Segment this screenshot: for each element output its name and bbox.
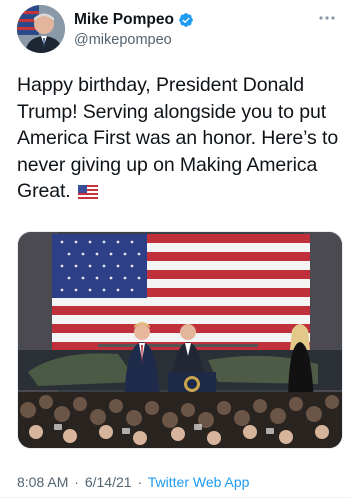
tweet-text: Happy birthday, President Donald Trump! … xyxy=(17,72,342,207)
avatar[interactable] xyxy=(17,5,65,53)
tweet-source-link[interactable]: Twitter Web App xyxy=(148,474,250,490)
tweet: Mike Pompeo @mikepompeo Happy birthday, … xyxy=(0,0,351,500)
us-flag-emoji-icon xyxy=(77,180,98,207)
tweet-time[interactable]: 8:08 AM xyxy=(17,474,68,490)
profile-photo-icon xyxy=(17,5,65,53)
verified-badge-icon xyxy=(178,12,194,28)
tweet-date[interactable]: 6/14/21 xyxy=(85,474,132,490)
event-photo-icon xyxy=(18,232,342,448)
divider xyxy=(0,497,351,498)
display-name-row: Mike Pompeo xyxy=(74,10,194,30)
display-name[interactable]: Mike Pompeo xyxy=(74,11,174,29)
meta-separator: · xyxy=(74,474,79,490)
tweet-photo[interactable] xyxy=(17,231,343,449)
more-options-icon[interactable] xyxy=(317,9,337,27)
tweet-header: Mike Pompeo @mikepompeo xyxy=(17,5,337,53)
handle[interactable]: @mikepompeo xyxy=(74,32,194,48)
tweet-meta: 8:08 AM · 6/14/21 · Twitter Web App xyxy=(17,474,249,490)
tweet-body: Happy birthday, President Donald Trump! … xyxy=(17,74,339,202)
author-names: Mike Pompeo @mikepompeo xyxy=(74,10,194,48)
meta-separator: · xyxy=(137,474,143,490)
